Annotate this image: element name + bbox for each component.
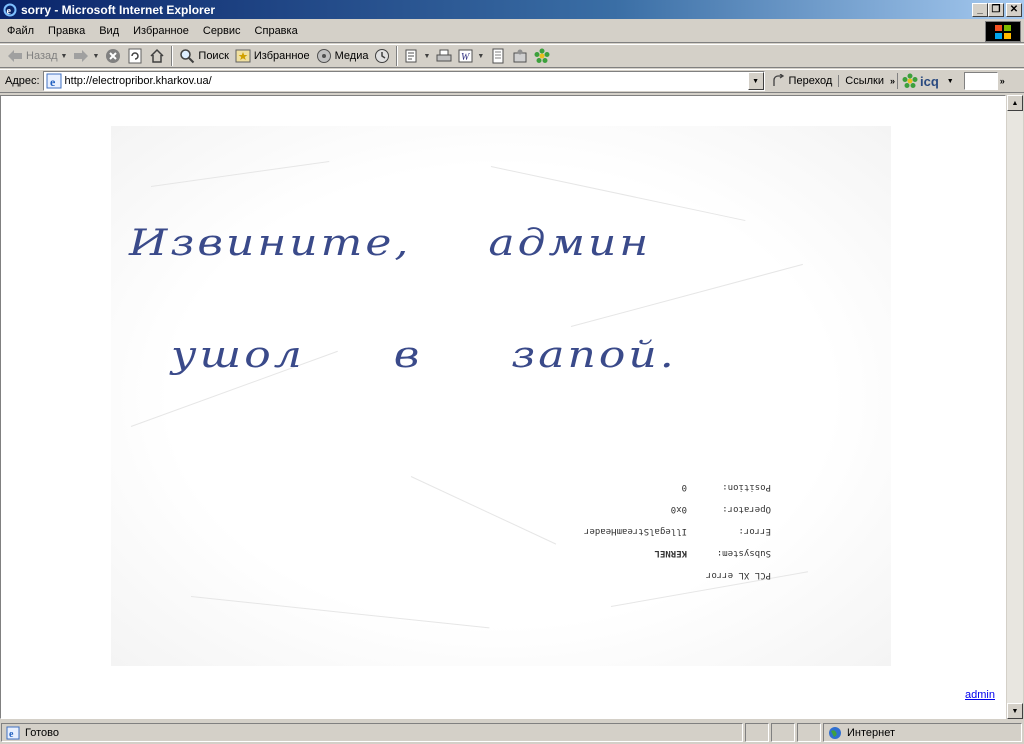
status-text: Готово [25,726,59,739]
address-url: http://electropribor.kharkov.ua/ [64,75,212,87]
page-viewport: Извините, админ ушол в запой. PCL XL err… [0,95,1006,719]
address-input[interactable]: e http://electropribor.kharkov.ua/ ▼ [42,71,765,91]
messenger-button[interactable] [509,45,531,67]
icq-dropdown-icon[interactable]: ▼ [947,78,954,85]
scroll-down-icon[interactable]: ▼ [1007,703,1023,719]
menu-tools[interactable]: Сервис [196,25,248,37]
ie-page-icon: e [46,73,62,89]
go-arrow-icon [771,73,787,89]
history-button[interactable] [371,45,393,67]
icq-toolbar-button[interactable] [531,45,553,67]
icq-flower-icon [902,73,918,89]
status-main: e Готово [1,723,743,742]
menu-favorites[interactable]: Избранное [126,25,196,37]
status-cell [797,723,821,742]
scanned-note-image [111,126,891,666]
refresh-icon [127,48,143,64]
mail-icon [404,48,420,64]
search-button[interactable]: Поиск [176,45,231,67]
print-button[interactable] [433,45,455,67]
media-label: Медиа [334,50,369,62]
svg-text:e: e [9,729,14,740]
status-bar: e Готово Интернет [0,721,1024,744]
address-dropdown-icon[interactable]: ▼ [747,72,764,90]
mail-dropdown-icon[interactable]: ▼ [423,53,430,60]
error-row: Subsystem: KERNEL [654,548,771,558]
favorites-button[interactable]: Избранное [232,45,313,67]
mail-button[interactable]: ▼ [401,45,433,67]
vertical-scrollbar[interactable]: ▲ ▼ [1006,95,1023,719]
page-done-icon: e [5,725,21,741]
back-label: Назад [26,50,58,62]
toolbar-separator [171,46,174,66]
window-title: sorry - Microsoft Internet Explorer [21,2,216,17]
windows-logo-icon [985,21,1021,42]
discuss-icon [490,48,506,64]
printer-error-upside-down: PCL XL error Subsystem: KERNEL Error: Il… [521,476,771,586]
print-icon [436,48,452,64]
search-label: Поиск [198,50,229,62]
menu-bar: Файл Правка Вид Избранное Сервис Справка [0,19,1024,43]
home-button[interactable] [146,45,168,67]
icq-search-input[interactable] [963,72,998,90]
stop-button[interactable] [102,45,124,67]
menu-file[interactable]: Файл [0,25,41,37]
security-zone[interactable]: Интернет [823,723,1022,742]
menu-help[interactable]: Справка [248,25,305,37]
restore-button[interactable]: ❐ [988,2,1004,17]
discuss-button[interactable] [487,45,509,67]
links-button[interactable]: Ссылки [838,75,888,87]
edit-word-button[interactable]: W ▼ [455,45,487,67]
status-cell [771,723,795,742]
go-button[interactable]: Переход [765,73,839,89]
standard-toolbar: Назад ▼ ▼ Поиск Избранное Медиа ▼ W ▼ [0,44,1024,68]
svg-text:e: e [7,6,12,17]
globe-icon [827,725,843,741]
address-bar: Адрес: e http://electropribor.kharkov.ua… [0,69,1024,93]
back-arrow-icon [7,48,23,64]
svg-text:e: e [50,75,56,89]
stop-icon [105,48,121,64]
back-dropdown-icon[interactable]: ▼ [61,53,68,60]
links-chevron-icon[interactable]: » [888,76,897,86]
icq-chevron-icon[interactable]: » [998,76,1007,86]
ie-icon: e [2,2,18,18]
menu-view[interactable]: Вид [92,25,126,37]
error-row: Error: IllegalStreamHeader [584,526,771,536]
icq-flower-icon [534,48,550,64]
error-title: PCL XL error [705,570,771,580]
forward-dropdown-icon[interactable]: ▼ [92,53,99,60]
scroll-up-icon[interactable]: ▲ [1007,95,1023,111]
media-icon [316,48,332,64]
minimize-button[interactable]: _ [972,2,988,17]
status-cell [745,723,769,742]
menu-edit[interactable]: Правка [41,25,92,37]
icq-bar[interactable]: icq ▼ [897,73,958,89]
refresh-button[interactable] [124,45,146,67]
toolbar-separator [396,46,399,66]
forward-arrow-icon [73,48,89,64]
title-bar: e sorry - Microsoft Internet Explorer _ … [0,0,1024,19]
favorites-star-icon [235,48,251,64]
error-row: Position: 0 [681,482,771,492]
word-icon: W [458,48,474,64]
error-row: Operator: 0x0 [670,504,771,514]
search-icon [179,48,195,64]
media-button[interactable]: Медиа [313,45,372,67]
favorites-label: Избранное [253,50,310,62]
history-icon [374,48,390,64]
handwritten-line-1: Извините, админ [129,222,652,264]
edit-dropdown-icon[interactable]: ▼ [477,53,484,60]
address-label: Адрес: [5,75,40,87]
go-label: Переход [788,75,833,87]
admin-link[interactable]: admin [965,689,995,701]
icq-label: icq [920,73,939,89]
back-button[interactable]: Назад ▼ [4,45,70,67]
handwritten-line-2: ушол в запой. [171,334,677,376]
zone-label: Интернет [847,726,895,739]
messenger-icon [512,48,528,64]
forward-button[interactable]: ▼ [70,45,102,67]
home-icon [149,48,165,64]
close-button[interactable]: ✕ [1006,2,1022,17]
